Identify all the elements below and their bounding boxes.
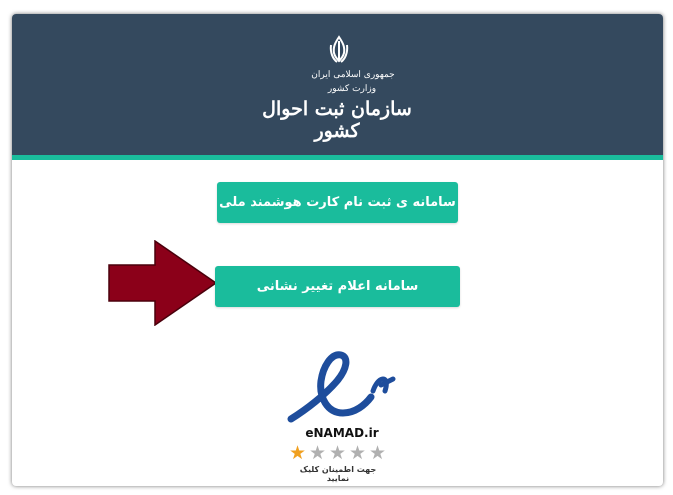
enamad-label: eNAMAD.ir — [305, 426, 379, 440]
org-name-logo: سازمان ثبت احوال کشور — [262, 98, 412, 142]
iran-emblem-icon — [329, 35, 349, 63]
org-line1: جمهوری اسلامی ایران — [311, 70, 395, 80]
header-banner: جمهوری اسلامی ایران وزارت کشور سازمان ثب… — [12, 14, 663, 160]
star-empty-icon: ★ — [368, 442, 387, 464]
star-empty-icon: ★ — [348, 442, 367, 464]
address-change-button[interactable]: سامانه اعلام تغییر نشانی — [215, 266, 460, 307]
smart-card-registration-button[interactable]: سامانه ی ثبت نام کارت هوشمند ملی — [217, 182, 458, 223]
arrow-right-icon — [108, 240, 218, 326]
enamad-logo-icon[interactable] — [287, 351, 397, 427]
enamad-rating: ★ ★ ★ ★ ★ — [288, 444, 388, 464]
star-filled-icon: ★ — [288, 442, 307, 464]
main-card: جمهوری اسلامی ایران وزارت کشور سازمان ثب… — [12, 14, 663, 486]
org-line2: وزارت کشور — [327, 84, 377, 94]
star-empty-icon: ★ — [328, 442, 347, 464]
enamad-caption[interactable]: جهت اطمینان کلیک نمایید — [288, 465, 388, 483]
star-empty-icon: ★ — [308, 442, 327, 464]
